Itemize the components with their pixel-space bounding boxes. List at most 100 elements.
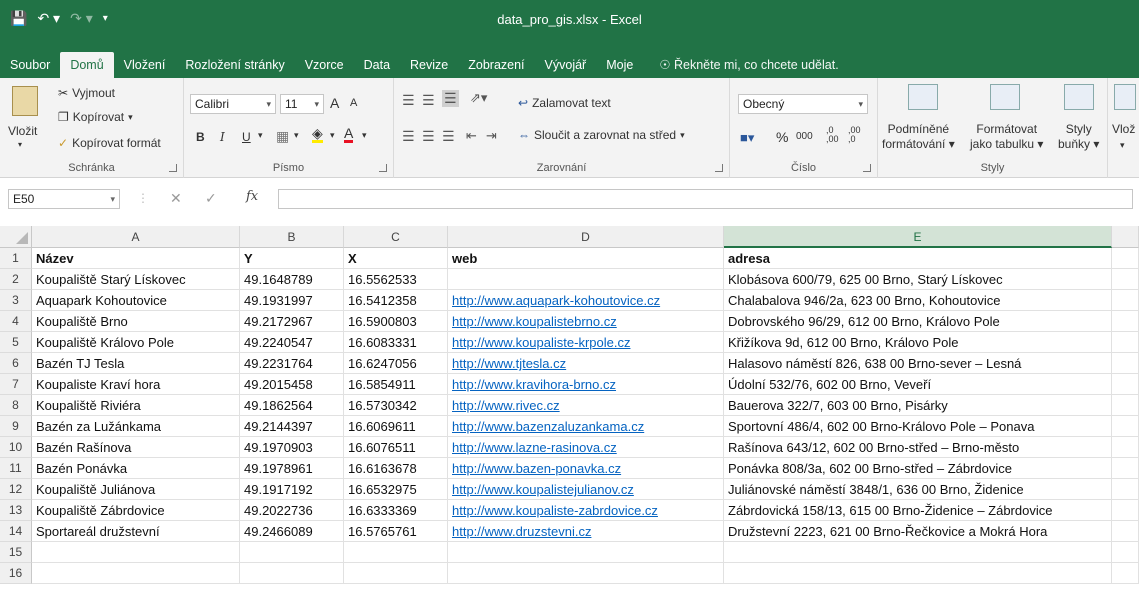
- cell-e4[interactable]: Dobrovského 96/29, 612 00 Brno, Královo …: [724, 311, 1112, 332]
- align-right-icon[interactable]: ☰: [442, 128, 455, 145]
- cell-empty[interactable]: [1112, 395, 1139, 416]
- cell-a6[interactable]: Bazén TJ Tesla: [32, 353, 240, 374]
- cell-a4[interactable]: Koupaliště Brno: [32, 311, 240, 332]
- cell-d3[interactable]: http://www.aquapark-kohoutovice.cz: [448, 290, 724, 311]
- cell-empty[interactable]: [1112, 374, 1139, 395]
- bold-button[interactable]: B: [196, 130, 205, 144]
- row-header[interactable]: 1: [0, 248, 32, 269]
- row-header[interactable]: 14: [0, 521, 32, 542]
- cell-d7[interactable]: http://www.kravihora-brno.cz: [448, 374, 724, 395]
- tab-view[interactable]: Zobrazení: [458, 52, 534, 78]
- tab-data[interactable]: Data: [354, 52, 400, 78]
- cell-empty[interactable]: [1112, 479, 1139, 500]
- cell-a14[interactable]: Sportareál družstevní: [32, 521, 240, 542]
- cell-a15[interactable]: [32, 542, 240, 563]
- cell-e13[interactable]: Zábrdovická 158/13, 615 00 Brno-Židenice…: [724, 500, 1112, 521]
- cell-d1[interactable]: web: [448, 248, 724, 269]
- cell-c1[interactable]: X: [344, 248, 448, 269]
- cell-a16[interactable]: [32, 563, 240, 584]
- cell-d10[interactable]: http://www.lazne-rasinova.cz: [448, 437, 724, 458]
- cell-b11[interactable]: 49.1978961: [240, 458, 344, 479]
- cell-e12[interactable]: Juliánovské náměstí 3848/1, 636 00 Brno,…: [724, 479, 1112, 500]
- column-header-a[interactable]: A: [32, 226, 240, 248]
- cell-c5[interactable]: 16.6083331: [344, 332, 448, 353]
- cell-e16[interactable]: [724, 563, 1112, 584]
- conditional-formatting-button[interactable]: Podmíněné formátování ▾: [882, 122, 955, 152]
- cell-e9[interactable]: Sportovní 486/4, 602 00 Brno-Královo Pol…: [724, 416, 1112, 437]
- cell-empty[interactable]: [1112, 416, 1139, 437]
- cell-empty[interactable]: [1112, 353, 1139, 374]
- grow-font-button[interactable]: A: [330, 95, 339, 111]
- row-header[interactable]: 13: [0, 500, 32, 521]
- tab-page-layout[interactable]: Rozložení stránky: [175, 52, 294, 78]
- tab-insert[interactable]: Vložení: [114, 52, 176, 78]
- insert-cells-button[interactable]: Vlož: [1112, 122, 1135, 136]
- cell-e3[interactable]: Chalabalova 946/2a, 623 00 Brno, Kohouto…: [724, 290, 1112, 311]
- align-bottom-icon[interactable]: ☰: [442, 90, 459, 107]
- cell-e15[interactable]: [724, 542, 1112, 563]
- row-header[interactable]: 4: [0, 311, 32, 332]
- cell-c11[interactable]: 16.6163678: [344, 458, 448, 479]
- row-header[interactable]: 15: [0, 542, 32, 563]
- cell-d9[interactable]: http://www.bazenzaluzankama.cz: [448, 416, 724, 437]
- cell-empty[interactable]: [1112, 269, 1139, 290]
- row-header[interactable]: 9: [0, 416, 32, 437]
- cell-a10[interactable]: Bazén Rašínova: [32, 437, 240, 458]
- font-color-button[interactable]: A: [344, 126, 354, 143]
- row-header[interactable]: 12: [0, 479, 32, 500]
- number-launcher-icon[interactable]: [863, 164, 871, 172]
- cell-b6[interactable]: 49.2231764: [240, 353, 344, 374]
- cell-d5[interactable]: http://www.koupaliste-krpole.cz: [448, 332, 724, 353]
- cell-c3[interactable]: 16.5412358: [344, 290, 448, 311]
- cell-a1[interactable]: Název: [32, 248, 240, 269]
- cell-b2[interactable]: 49.1648789: [240, 269, 344, 290]
- cell-empty[interactable]: [1112, 563, 1139, 584]
- cell-empty[interactable]: [1112, 437, 1139, 458]
- name-box[interactable]: E50 ▾: [8, 189, 120, 209]
- borders-icon[interactable]: ▦: [276, 128, 289, 145]
- cell-b15[interactable]: [240, 542, 344, 563]
- number-format-select[interactable]: Obecný ▾: [738, 94, 868, 114]
- align-left-icon[interactable]: ☰: [402, 128, 415, 145]
- cell-b3[interactable]: 49.1931997: [240, 290, 344, 311]
- cell-e7[interactable]: Údolní 532/76, 602 00 Brno, Veveří: [724, 374, 1112, 395]
- cell-empty[interactable]: [1112, 542, 1139, 563]
- cell-c2[interactable]: 16.5562533: [344, 269, 448, 290]
- orientation-icon[interactable]: ⇗▾: [470, 90, 487, 106]
- cell-e8[interactable]: Bauerova 322/7, 603 00 Brno, Pisárky: [724, 395, 1112, 416]
- row-header[interactable]: 10: [0, 437, 32, 458]
- tab-developer[interactable]: Vývojář: [535, 52, 597, 78]
- cut-button[interactable]: ✂ Vyjmout: [58, 86, 115, 100]
- cell-a7[interactable]: Koupaliste Kraví hora: [32, 374, 240, 395]
- cell-b5[interactable]: 49.2240547: [240, 332, 344, 353]
- underline-button[interactable]: U: [242, 130, 251, 144]
- row-header[interactable]: 8: [0, 395, 32, 416]
- row-header[interactable]: 3: [0, 290, 32, 311]
- cell-d4[interactable]: http://www.koupalistebrno.cz: [448, 311, 724, 332]
- cell-a9[interactable]: Bazén za Lužánkama: [32, 416, 240, 437]
- underline-dropdown-icon[interactable]: ▾: [258, 130, 263, 141]
- cell-c15[interactable]: [344, 542, 448, 563]
- cell-e10[interactable]: Rašínova 643/12, 602 00 Brno-střed – Brn…: [724, 437, 1112, 458]
- align-middle-icon[interactable]: ☰: [422, 92, 435, 109]
- cell-c16[interactable]: [344, 563, 448, 584]
- insert-function-button[interactable]: fx: [246, 189, 258, 204]
- tab-review[interactable]: Revize: [400, 52, 458, 78]
- row-header[interactable]: 11: [0, 458, 32, 479]
- font-size-select[interactable]: 11 ▾: [280, 94, 324, 114]
- cell-c4[interactable]: 16.5900803: [344, 311, 448, 332]
- cell-e11[interactable]: Ponávka 808/3a, 602 00 Brno-střed – Zábr…: [724, 458, 1112, 479]
- cell-b4[interactable]: 49.2172967: [240, 311, 344, 332]
- cell-b16[interactable]: [240, 563, 344, 584]
- tab-home[interactable]: Domů: [60, 52, 114, 78]
- format-as-table-button[interactable]: Formátovat jako tabulku ▾: [970, 122, 1043, 152]
- enter-icon[interactable]: ✓: [205, 190, 217, 207]
- cell-empty[interactable]: [1112, 521, 1139, 542]
- cell-e6[interactable]: Halasovo náměstí 826, 638 00 Brno-sever …: [724, 353, 1112, 374]
- cell-c6[interactable]: 16.6247056: [344, 353, 448, 374]
- cell-b7[interactable]: 49.2015458: [240, 374, 344, 395]
- cell-d12[interactable]: http://www.koupalistejulianov.cz: [448, 479, 724, 500]
- cell-a8[interactable]: Koupaliště Riviéra: [32, 395, 240, 416]
- row-header[interactable]: 5: [0, 332, 32, 353]
- wrap-text-button[interactable]: ↩ Zalamovat text: [518, 96, 611, 110]
